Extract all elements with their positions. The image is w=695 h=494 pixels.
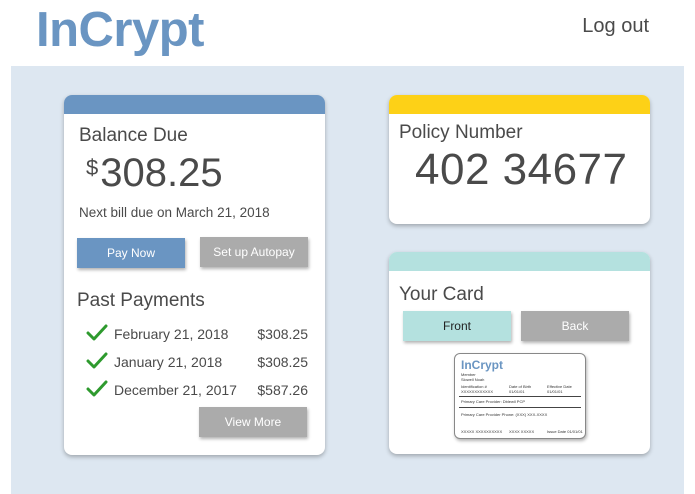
balance-title: Balance Due	[79, 125, 188, 146]
past-payments-title: Past Payments	[77, 290, 205, 311]
id-divider	[459, 407, 581, 408]
id-bottom-mid: XXXX XXXXX	[509, 429, 535, 434]
payment-date: December 21, 2017	[114, 382, 237, 398]
payment-amount: $308.25	[257, 326, 308, 342]
front-tab-button[interactable]: Front	[403, 311, 511, 341]
id-number-block: Identification # XXXXXXXXXXXX	[461, 384, 494, 394]
balance-value: 308.25	[100, 151, 223, 195]
view-more-button[interactable]: View More	[199, 407, 307, 437]
id-bottom-right: Issue Date 01/01/01	[547, 429, 583, 434]
id-dob-block: Date of Birth 01/01/01	[509, 384, 531, 394]
app-logo: InCrypt	[36, 3, 205, 57]
id-effective-value: 01/01/01	[547, 388, 563, 394]
id-number-value: XXXXXXXXXXXX	[461, 388, 494, 394]
balance-card: Balance Due $308.25 Next bill due on Mar…	[64, 95, 325, 455]
pay-now-button[interactable]: Pay Now	[77, 238, 185, 268]
payment-date: January 21, 2018	[114, 354, 223, 370]
logout-link[interactable]: Log out	[582, 15, 649, 38]
your-card-card: Your Card Front Back InCrypt Member Slow…	[389, 252, 650, 454]
payment-amount: $308.25	[257, 354, 308, 370]
id-card-member: Member Slowell Noah	[461, 372, 485, 382]
setup-autopay-button[interactable]: Set up Autopay	[200, 237, 308, 267]
policy-title: Policy Number	[399, 122, 523, 143]
your-card-header-bar	[389, 252, 650, 271]
insurance-id-card: InCrypt Member Slowell Noah Identificati…	[454, 353, 586, 439]
id-dob-value: 01/01/01	[509, 388, 525, 394]
payment-row: December 21, 2017 $587.26	[86, 380, 314, 401]
back-tab-button[interactable]: Back	[521, 311, 629, 341]
id-pcp: Primary Care Provider: Dblewll PCP	[461, 399, 526, 404]
id-member-name: Slowell Noah	[461, 376, 485, 382]
payment-row: February 21, 2018 $308.25	[86, 324, 314, 345]
next-bill-date: Next bill due on March 21, 2018	[79, 205, 270, 220]
balance-amount: $308.25	[86, 151, 223, 196]
policy-card-header-bar	[389, 95, 650, 114]
payment-amount: $587.26	[257, 382, 308, 398]
policy-number: 402 34677	[415, 145, 628, 194]
your-card-title: Your Card	[399, 284, 484, 305]
checkmark-icon	[86, 380, 108, 397]
checkmark-icon	[86, 324, 108, 341]
id-effective-block: Effective Date 01/01/01	[547, 384, 572, 394]
id-pcp-phone: Primary Care Provider Phone: (XXX) XXX-X…	[461, 412, 548, 417]
payment-row: January 21, 2018 $308.25	[86, 352, 314, 373]
policy-card: Policy Number 402 34677	[389, 95, 650, 224]
currency-symbol: $	[86, 155, 99, 180]
id-divider	[459, 396, 581, 397]
checkmark-icon	[86, 352, 108, 369]
payment-date: February 21, 2018	[114, 326, 229, 342]
id-bottom-left: XXXXX XXXXXXXXXX	[461, 429, 503, 434]
id-card-logo: InCrypt	[461, 358, 503, 372]
balance-card-header-bar	[64, 95, 325, 114]
